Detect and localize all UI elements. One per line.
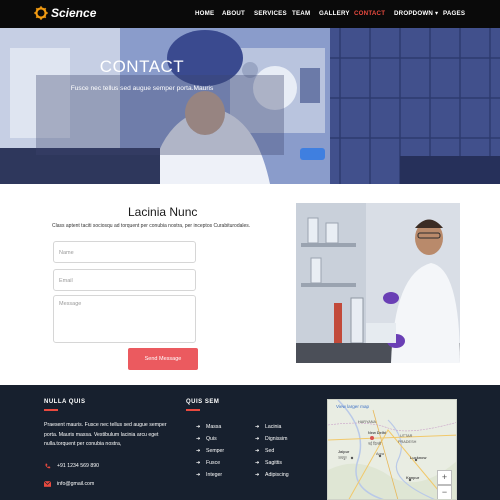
brand-name: Science [51,6,97,20]
nav-gallery[interactable]: GALLERY [319,10,350,20]
footer-link-quis[interactable]: ➜ Quis [196,436,217,442]
map-label-pradesh: PRADESH [398,440,417,444]
link-label: Semper [206,448,225,454]
envelope-icon [44,481,51,487]
footer-about-text: Praesent mauris. Fusce nec tellus sed au… [44,422,167,448]
footer-col1-accent [44,409,58,411]
footer-col2-accent [186,409,200,411]
map-label-haryana: HARYANA [358,420,377,424]
map-label-lucknow: Lucknow [410,456,427,460]
page-title: CONTACT [99,57,185,76]
footer-link-lacinia[interactable]: ➜ Lacinia [255,424,281,430]
nav-pages[interactable]: PAGES [443,10,465,20]
message-placeholder: Message [59,301,82,307]
contact-heading: Lacinia Nunc [128,205,198,219]
link-label: Dignissim [265,436,288,442]
embedded-map[interactable]: View larger map HARYANA New Delhi नई दिल… [327,399,457,500]
email-address[interactable]: info@gmail.com [57,481,94,487]
email-placeholder: Email [59,278,73,284]
link-label: Integer [206,472,223,478]
map-label-agra: Agra [376,452,385,456]
link-label: Adipiscing [265,472,289,478]
link-label: Fusce [206,460,221,466]
link-label: Lacinia [265,424,282,430]
gear-icon [34,6,48,20]
logo[interactable]: Science [34,5,97,23]
arrow-right-icon: ➜ [196,460,201,466]
message-field[interactable]: Message [53,295,196,343]
arrow-right-icon: ➜ [196,436,201,442]
map-label-uttar: UTTAR [400,434,413,438]
map-label-kanpur: Kanpur [406,476,420,480]
arrow-right-icon: ➜ [255,448,260,454]
footer-link-adipiscing[interactable]: ➜ Adipiscing [255,472,289,478]
arrow-right-icon: ➜ [255,460,260,466]
nav-services[interactable]: SERVICES [254,10,287,20]
footer-link-sagittis[interactable]: ➜ Sagittis [255,460,282,466]
phone-icon [45,463,51,469]
map-zoom-in-button[interactable]: + [437,470,452,485]
footer-link-dignissim[interactable]: ➜ Dignissim [255,436,287,442]
footer-link-integer[interactable]: ➜ Integer [196,472,222,478]
footer-col1-title: NULLA QUIS [44,399,86,405]
top-navbar: Science HOME ABOUT SERVICES TEAM GALLERY… [0,0,500,28]
link-label: Massa [206,424,222,430]
map-label-jaipur-hindi: जयपुर [338,456,347,460]
arrow-right-icon: ➜ [255,436,260,442]
arrow-right-icon: ➜ [255,424,260,430]
lab-scientist-image [296,203,460,363]
contact-description: Class aptent taciti sociosqu ad torquent… [52,223,251,229]
nav-about[interactable]: ABOUT [222,10,245,20]
name-field[interactable]: Name [53,241,196,263]
link-label: Sed [265,448,275,454]
map-zoom-out-button[interactable]: − [437,485,452,499]
footer-link-semper[interactable]: ➜ Semper [196,448,224,454]
nav-contact[interactable]: CONTACT [354,10,385,20]
arrow-right-icon: ➜ [196,472,201,478]
map-label-new-delhi: New Delhi [368,431,387,435]
arrow-right-icon: ➜ [255,472,260,478]
arrow-right-icon: ➜ [196,424,201,430]
send-message-button[interactable]: Send Message [128,348,198,370]
hero-banner [0,28,500,184]
nav-team[interactable]: TEAM [292,10,310,20]
view-larger-map-link[interactable]: View larger map [336,404,369,409]
footer-link-fusce[interactable]: ➜ Fusce [196,460,220,466]
link-label: Sagittis [265,460,283,466]
link-label: Quis [206,436,217,442]
footer-col2-title: QUIS SEM [186,399,220,405]
email-field[interactable]: Email [53,269,196,291]
arrow-right-icon: ➜ [196,448,201,454]
map-label-new-delhi-hindi: नई दिल्ली [368,442,382,446]
phone-number: +91 1234 569 890 [57,463,99,469]
page-subtitle: Fusce nec tellus sed augue semper porta.… [70,85,214,92]
name-placeholder: Name [59,250,74,256]
nav-home[interactable]: HOME [195,10,214,20]
map-label-jaipur: Jaipur [338,450,350,454]
footer-link-massa[interactable]: ➜ Massa [196,424,221,430]
nav-dropdown[interactable]: DROPDOWN ▾ [394,10,438,20]
footer-link-sed[interactable]: ➜ Sed [255,448,274,454]
